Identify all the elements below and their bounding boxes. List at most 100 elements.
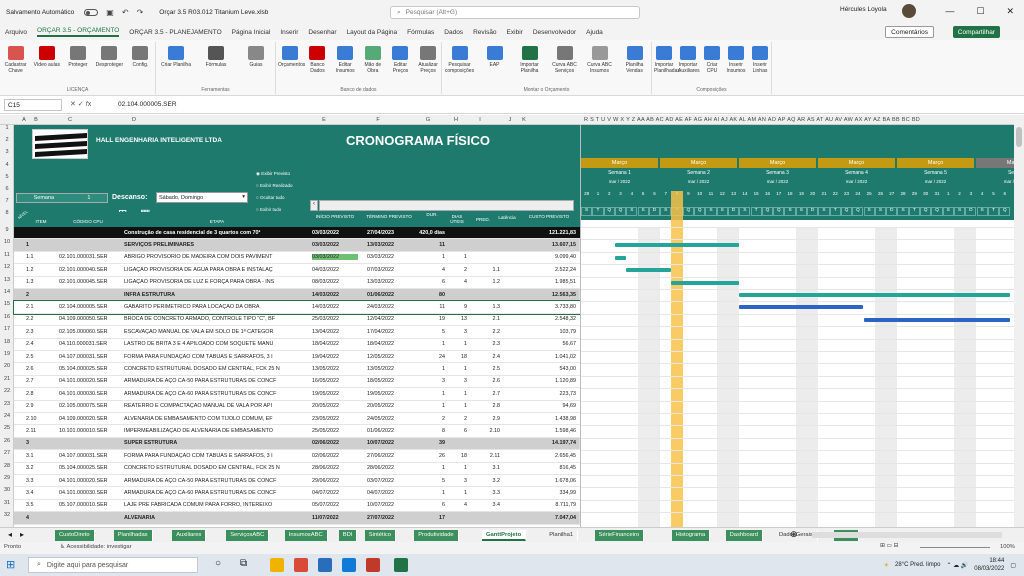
cell-cod[interactable]: 04.109.000050.SER: [59, 316, 117, 322]
tab-nav-right-icon[interactable]: ▸: [20, 530, 24, 539]
row-header[interactable]: 32: [0, 512, 14, 518]
row-header[interactable]: 23: [0, 401, 14, 407]
ribbon-button-13[interactable]: Atualizar Preços: [416, 46, 440, 74]
cell-cod[interactable]: 04.101.000030.SER: [59, 490, 117, 496]
cell-dias[interactable]: 1: [449, 254, 467, 260]
row-header[interactable]: 28: [0, 463, 14, 469]
menu-11[interactable]: Desenvolvedor: [533, 29, 576, 36]
cell-pred[interactable]: 2.8: [474, 403, 501, 409]
sheet-tab[interactable]: Planilha1: [545, 530, 579, 541]
menu-9[interactable]: Revisão: [473, 29, 496, 36]
cell-cod[interactable]: 02.101.000040.SER: [59, 267, 117, 273]
gantt-bar[interactable]: [739, 305, 864, 310]
name-box[interactable]: C15: [4, 99, 62, 111]
table-row[interactable]: 2.10 04.109.000020.SER ALVENARIA DE EMBASA…: [14, 413, 580, 426]
gantt-bar[interactable]: [863, 317, 1011, 322]
ribbon-button-3[interactable]: Desproteger: [96, 46, 123, 68]
cell-custo[interactable]: 94,69: [514, 403, 577, 409]
cell-et[interactable]: ALVENARIA DE EMBASAMENTO COM TIJOLO COMU…: [124, 416, 310, 422]
cell-custo[interactable]: 2.548,32: [514, 316, 576, 322]
sheet-tab[interactable]: Produtividade: [414, 530, 459, 541]
col-header-C[interactable]: C: [60, 115, 80, 125]
horizontal-scrollbar[interactable]: [812, 532, 1002, 538]
close-icon[interactable]: ✕: [1006, 6, 1014, 17]
cell-dur[interactable]: 8: [419, 428, 445, 434]
cell-ini[interactable]: 25/05/2022: [312, 428, 358, 434]
cell-pred[interactable]: 3.2: [474, 478, 501, 484]
table-row[interactable]: 1 SERVIÇOS PRELIMINARES 03/03/2022 13/03/20…: [14, 239, 580, 252]
table-row[interactable]: 3 SUPER ESTRUTURA 02/06/2022 10/07/2022 39 14…: [14, 437, 580, 451]
ribbon-button-15[interactable]: EAP: [479, 46, 510, 68]
sheet-tab[interactable]: InsumosABC: [284, 530, 328, 541]
menu-10[interactable]: Exibir: [507, 29, 523, 36]
cell-ini[interactable]: 02/06/2022: [312, 440, 358, 446]
ribbon-button-17[interactable]: Curva ABC Serviços: [549, 46, 580, 74]
row-header[interactable]: 10: [0, 239, 14, 245]
cell-dias[interactable]: 1: [449, 490, 467, 496]
cell-dur[interactable]: 2: [419, 416, 445, 422]
cell-dur[interactable]: 1: [419, 366, 445, 372]
cell-cod[interactable]: 02.101.000045.SER: [59, 279, 117, 285]
semana-field[interactable]: Semana 1: [16, 193, 108, 203]
cell-fim[interactable]: 10/07/2022: [367, 502, 417, 508]
cell-et[interactable]: CONCRETO ESTRUTURAL DOSADO EM CENTRAL, F…: [124, 366, 310, 372]
cell-fim[interactable]: 27/04/2023: [367, 230, 417, 236]
cell-dur[interactable]: 80: [419, 292, 445, 298]
redo-icon[interactable]: ↷: [137, 8, 144, 17]
cell-dur[interactable]: 5: [419, 329, 445, 335]
row-header[interactable]: 11: [0, 252, 14, 258]
gantt-col-headers[interactable]: R S T U V W X Y Z AA AB AC AD AE AF AG A…: [584, 115, 1014, 125]
cell-dur[interactable]: 4: [419, 267, 445, 273]
cell-fim[interactable]: 13/03/2022: [367, 242, 417, 248]
cell-cod[interactable]: 04.107.000031.SER: [59, 354, 117, 360]
cell-fim[interactable]: 10/07/2022: [367, 440, 417, 446]
cell-et[interactable]: LIGAÇÃO PROVISÓRIA DE LUZ E FORÇA PARA O…: [124, 279, 310, 285]
cell-pred[interactable]: 1.3: [474, 304, 501, 310]
row-header[interactable]: 18: [0, 339, 14, 345]
cell-cod[interactable]: 02.105.000075.SER: [59, 403, 117, 409]
ribbon-button-19[interactable]: Planilha Vendas: [619, 46, 650, 74]
cell-cod[interactable]: 05.107.000010.SER: [59, 502, 117, 508]
row-header[interactable]: 14: [0, 289, 14, 295]
orcar-icon[interactable]: [366, 558, 380, 572]
cell-et[interactable]: ABRIGO PROVISÓRIO DE MADEIRA COM DOIS PA…: [124, 254, 310, 260]
menu-8[interactable]: Dados: [444, 29, 463, 36]
ribbon-button-0[interactable]: Cadastrar Chave: [2, 46, 29, 74]
cell-dur[interactable]: 1: [419, 341, 445, 347]
row-header[interactable]: 6: [0, 186, 14, 192]
row-header[interactable]: 5: [0, 174, 14, 180]
cell-ini[interactable]: 03/03/2022: [312, 254, 358, 261]
cell-fim[interactable]: 18/04/2022: [367, 341, 417, 347]
row-header[interactable]: 27: [0, 450, 14, 456]
ribbon-button-6[interactable]: Fórmulas: [198, 46, 234, 68]
ribbon-button-14[interactable]: Pesquisar composições: [444, 46, 475, 74]
ribbon-button-12[interactable]: Editar Preços: [389, 46, 413, 74]
accessibility-status[interactable]: ♿ Acessibilidade: investigar: [60, 544, 132, 550]
cell-pred[interactable]: 2.7: [474, 391, 501, 397]
ribbon-button-23[interactable]: Inserir Insumos: [726, 46, 746, 74]
cell-ini[interactable]: 19/04/2022: [312, 354, 358, 360]
table-row[interactable]: 3.4 04.101.000030.SER ARMADURA DE AÇO CA-6…: [14, 487, 580, 500]
cell-dias[interactable]: 13: [449, 316, 467, 322]
cell-dur[interactable]: 1: [419, 490, 445, 496]
cell-item[interactable]: 3: [26, 440, 68, 446]
row-header[interactable]: 7: [0, 198, 14, 204]
cell-pred[interactable]: 2.10: [474, 428, 501, 434]
ribbon-button-20[interactable]: Importar Planilhadas: [654, 46, 680, 74]
cell-fim[interactable]: 18/05/2022: [367, 378, 417, 384]
cell-custo[interactable]: 223,73: [514, 391, 577, 397]
cell-custo[interactable]: 1.120,89: [514, 378, 576, 384]
cell-dias[interactable]: 18: [449, 453, 467, 459]
cell-dias[interactable]: 1: [449, 403, 467, 409]
cell-ini[interactable]: 08/03/2022: [312, 279, 358, 285]
col-header-B[interactable]: B: [26, 115, 46, 125]
cell-fim[interactable]: 03/03/2022: [367, 254, 417, 260]
row-header[interactable]: 26: [0, 438, 14, 444]
menu-1[interactable]: ORÇAR 3.5 - ORÇAMENTO: [37, 27, 120, 37]
cell-fim[interactable]: 13/05/2022: [367, 366, 417, 372]
option-ocultar-tudo[interactable]: ○ Ocultar tudo: [256, 192, 292, 204]
cell-ini[interactable]: 13/05/2022: [312, 366, 358, 372]
cell-item[interactable]: 2: [26, 292, 68, 298]
cell-pred[interactable]: 1.1: [474, 267, 501, 273]
table-row[interactable]: 2.7 04.101.000020.SER ARMADURA DE AÇO CA-5…: [14, 376, 580, 389]
